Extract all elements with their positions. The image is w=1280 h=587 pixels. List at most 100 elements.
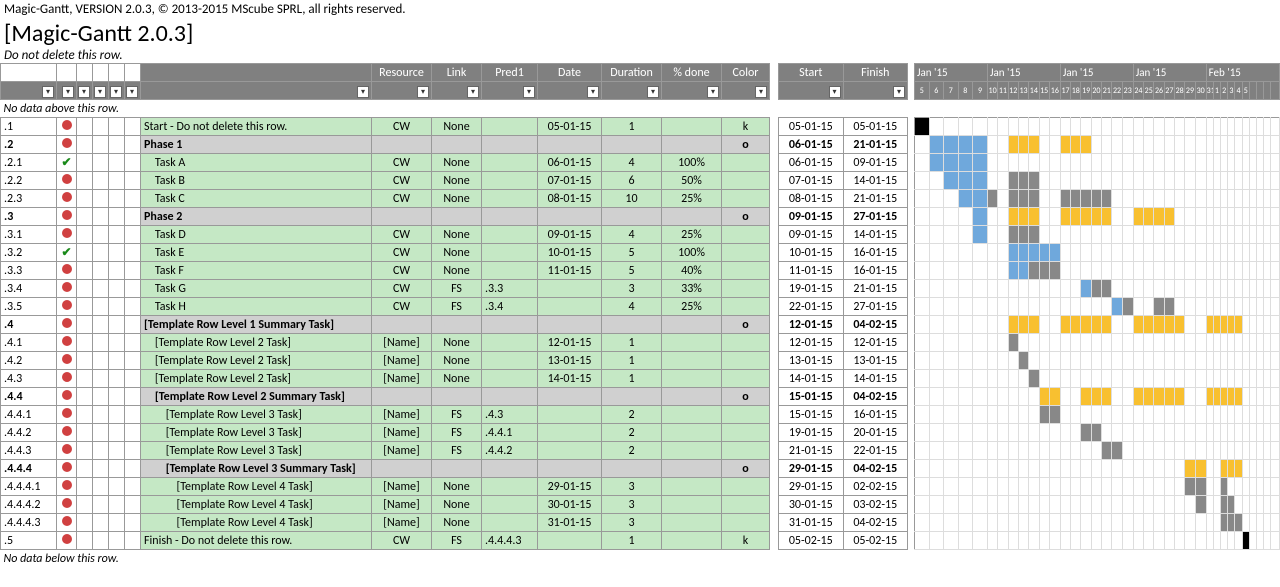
gantt-cell[interactable] xyxy=(1213,460,1220,478)
gantt-cell[interactable] xyxy=(1039,352,1049,370)
gantt-cell[interactable] xyxy=(1039,154,1049,172)
table-row[interactable]: 19-01-1521-01-15 xyxy=(779,280,908,298)
wbs-cell[interactable]: .3 xyxy=(1,208,57,226)
gantt-cell[interactable] xyxy=(1221,118,1228,136)
gantt-cell[interactable] xyxy=(1122,532,1133,550)
duration-cell[interactable]: 1 xyxy=(602,532,662,550)
gantt-cell[interactable] xyxy=(1164,406,1174,424)
gantt-cell[interactable] xyxy=(944,316,959,334)
gantt-cell[interactable] xyxy=(1039,406,1049,424)
date-cell[interactable] xyxy=(538,532,602,550)
gantt-cell[interactable] xyxy=(998,442,1008,460)
gantt-cell[interactable] xyxy=(1271,118,1280,136)
pred-cell[interactable] xyxy=(482,388,538,406)
gantt-cell[interactable] xyxy=(1164,208,1174,226)
gantt-cell[interactable] xyxy=(944,532,959,550)
gantt-cell[interactable] xyxy=(1185,172,1195,190)
gantt-cell[interactable] xyxy=(929,262,944,280)
gantt-cell[interactable] xyxy=(929,388,944,406)
gantt-cell[interactable] xyxy=(1206,424,1213,442)
gantt-cell[interactable] xyxy=(998,298,1008,316)
gantt-cell[interactable] xyxy=(1264,316,1271,334)
ryg-cell[interactable] xyxy=(57,190,77,208)
gantt-cell[interactable] xyxy=(1228,298,1235,316)
task-cell[interactable]: [Template Row Level 1 Summary Task] xyxy=(141,316,372,334)
gantt-cell[interactable] xyxy=(1195,496,1206,514)
gantt-cell[interactable] xyxy=(1029,244,1039,262)
link-cell[interactable]: None xyxy=(432,244,482,262)
finish-cell[interactable]: 27-01-15 xyxy=(843,298,908,316)
task-cell[interactable]: [Template Row Level 4 Task] xyxy=(141,478,372,496)
gantt-cell[interactable] xyxy=(1164,460,1174,478)
gantt-cell[interactable] xyxy=(915,190,930,208)
gantt-cell[interactable] xyxy=(1271,172,1280,190)
gantt-cell[interactable] xyxy=(1018,154,1028,172)
gantt-row[interactable] xyxy=(915,532,1280,550)
gantt-cell[interactable] xyxy=(1213,334,1220,352)
gantt-cell[interactable] xyxy=(1257,172,1264,190)
gantt-cell[interactable] xyxy=(1221,442,1228,460)
start-cell[interactable]: 14-01-15 xyxy=(779,370,844,388)
gantt-cell[interactable] xyxy=(1122,388,1133,406)
task-cell[interactable]: Task D xyxy=(141,226,372,244)
gantt-cell[interactable] xyxy=(1133,388,1143,406)
resource-cell[interactable]: [Name] xyxy=(372,334,432,352)
finish-cell[interactable]: 09-01-15 xyxy=(843,154,908,172)
gantt-row[interactable] xyxy=(915,118,1280,136)
color-cell[interactable] xyxy=(722,442,770,460)
gantt-cell[interactable] xyxy=(1164,388,1174,406)
gantt-cell[interactable] xyxy=(1144,172,1154,190)
gantt-cell[interactable] xyxy=(987,406,997,424)
gantt-cell[interactable] xyxy=(1213,514,1220,532)
table-row[interactable]: 07-01-1514-01-15 xyxy=(779,172,908,190)
gantt-cell[interactable] xyxy=(1049,532,1060,550)
gantt-cell[interactable] xyxy=(1242,118,1249,136)
done-cell[interactable] xyxy=(662,136,722,154)
link-cell[interactable]: None xyxy=(432,352,482,370)
gantt-cell[interactable] xyxy=(1206,334,1213,352)
gantt-cell[interactable] xyxy=(958,514,973,532)
color-cell[interactable] xyxy=(722,298,770,316)
task-cell[interactable]: Task A xyxy=(141,154,372,172)
gantt-cell[interactable] xyxy=(1185,352,1195,370)
gantt-cell[interactable] xyxy=(1122,406,1133,424)
col-done[interactable]: % done xyxy=(662,64,722,82)
gantt-cell[interactable] xyxy=(1228,316,1235,334)
gantt-cell[interactable] xyxy=(1060,496,1070,514)
wbs-cell[interactable]: .2 xyxy=(1,136,57,154)
gantt-cell[interactable] xyxy=(1112,208,1122,226)
gantt-cell[interactable] xyxy=(1102,226,1112,244)
table-row[interactable]: .4.4 [Template Row Level 2 Summary Task]… xyxy=(1,388,770,406)
gantt-cell[interactable] xyxy=(1071,424,1081,442)
gantt-cell[interactable] xyxy=(1195,190,1206,208)
ryg-cell[interactable] xyxy=(57,136,77,154)
gantt-cell[interactable] xyxy=(1164,352,1174,370)
gantt-cell[interactable] xyxy=(1133,316,1143,334)
gantt-cell[interactable] xyxy=(1175,388,1185,406)
pred-cell[interactable]: .3.3 xyxy=(482,280,538,298)
gantt-cell[interactable] xyxy=(1235,208,1242,226)
gantt-cell[interactable] xyxy=(1008,406,1018,424)
gantt-cell[interactable] xyxy=(1195,172,1206,190)
done-cell[interactable] xyxy=(662,496,722,514)
color-cell[interactable]: o xyxy=(722,136,770,154)
gantt-cell[interactable] xyxy=(1133,244,1143,262)
gantt-cell[interactable] xyxy=(1029,280,1039,298)
gantt-cell[interactable] xyxy=(1235,388,1242,406)
gantt-cell[interactable] xyxy=(1195,442,1206,460)
gantt-cell[interactable] xyxy=(944,370,959,388)
table-row[interactable]: .3.3 Task FCWNone11-01-15540% xyxy=(1,262,770,280)
date-cell[interactable]: 13-01-15 xyxy=(538,352,602,370)
gantt-cell[interactable] xyxy=(1213,442,1220,460)
gantt-cell[interactable] xyxy=(1228,424,1235,442)
gantt-cell[interactable] xyxy=(1049,442,1060,460)
col-wbs[interactable]: WBS xyxy=(1,64,57,82)
gantt-cell[interactable] xyxy=(1049,118,1060,136)
gantt-cell[interactable] xyxy=(1264,532,1271,550)
gantt-row[interactable] xyxy=(915,370,1280,388)
gantt-cell[interactable] xyxy=(1091,280,1101,298)
gantt-cell[interactable] xyxy=(1102,532,1112,550)
date-cell[interactable] xyxy=(538,406,602,424)
gantt-cell[interactable] xyxy=(1008,208,1018,226)
table-row[interactable]: 10-01-1516-01-15 xyxy=(779,244,908,262)
